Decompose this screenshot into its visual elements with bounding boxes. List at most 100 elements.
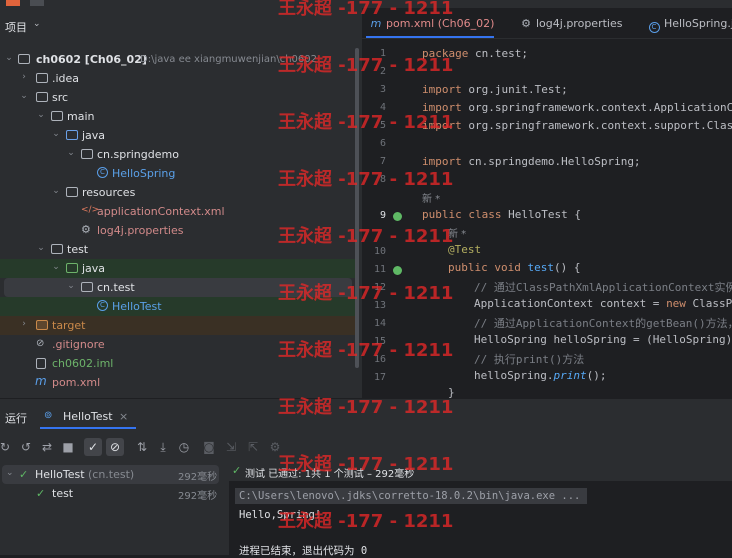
history-icon[interactable]: ◷: [175, 438, 193, 456]
tree-item-ch0602-iml[interactable]: ch0602.iml: [0, 354, 352, 373]
test-name: test: [52, 487, 74, 500]
chevron-down-icon[interactable]: ⌄: [66, 281, 76, 291]
run-gutter-icon[interactable]: [393, 212, 402, 221]
test-package: (cn.test): [88, 468, 135, 481]
project-path: D:\java ee xiangmuwenjian\ch0602: [140, 54, 317, 65]
chevron-down-icon[interactable]: ⌄: [36, 110, 46, 120]
chevron-down-icon[interactable]: ⌄: [6, 468, 14, 478]
inlay-hint[interactable]: 新 *: [422, 190, 440, 205]
tree-item-idea[interactable]: › .idea: [0, 69, 352, 88]
tree-item-target[interactable]: › target: [0, 316, 355, 335]
line-number: 11: [373, 264, 386, 275]
code-line: public class HelloTest {: [422, 208, 581, 221]
tree-item-label: cn.test: [97, 281, 135, 294]
tree-item-label: test: [67, 243, 89, 256]
folder-icon: [36, 91, 49, 103]
app-icon: [6, 0, 20, 6]
rerun-failed-icon[interactable]: ↺: [17, 438, 35, 456]
camera-icon[interactable]: ◙: [200, 438, 218, 456]
import-icon[interactable]: ⇲: [222, 438, 240, 456]
chevron-down-icon[interactable]: ⌄: [66, 148, 76, 158]
folder-icon: [18, 53, 31, 65]
editor-tabs: m pom.xml (Ch06_02) ⚙ log4j.properties C He…: [362, 8, 732, 39]
tree-item-log4j-properties[interactable]: ⚙ log4j.properties: [0, 221, 352, 240]
export-icon[interactable]: ⇱: [244, 438, 262, 456]
sort-by-duration-icon[interactable]: ⤓: [154, 438, 172, 456]
code-line: public void test() {: [448, 261, 581, 274]
tree-item-resources[interactable]: ⌄ resources: [0, 183, 352, 202]
class-icon: C: [97, 300, 110, 312]
tree-item-cn-springdemo[interactable]: ⌄ cn.springdemo: [0, 145, 352, 164]
tree-item-hellotest[interactable]: C HelloTest: [0, 297, 355, 316]
tree-item-hellospring[interactable]: C HelloSpring: [0, 164, 352, 183]
sort-alphabetically-icon[interactable]: ⇅: [133, 438, 151, 456]
chevron-right-icon[interactable]: ›: [19, 72, 29, 82]
code-line: @Test: [448, 243, 482, 256]
tree-item-ch0602[interactable]: ⌄ ch0602 [Ch06_02] D:\java ee xiangmuwen…: [0, 50, 352, 69]
tree-item-cn-test[interactable]: ⌄ cn.test: [4, 278, 352, 297]
line-number: 3: [379, 84, 386, 95]
rerun-icon[interactable]: ↻: [0, 438, 14, 456]
show-ignored-icon[interactable]: ⊘: [106, 438, 124, 456]
settings-icon[interactable]: ⚙: [266, 438, 284, 456]
line-number: 12: [373, 282, 386, 293]
tree-item-label: pom.xml: [52, 376, 101, 389]
show-passed-icon[interactable]: ✓: [84, 438, 102, 456]
tree-item-main[interactable]: ⌄ main: [0, 107, 352, 126]
run-tabs: 运行 ⊚ HelloTest ×: [0, 399, 732, 429]
tab-hellotest[interactable]: HelloTest: [63, 410, 113, 423]
test-status-bar: ✓ 测试 已通过: 1共 1 个测试 – 292毫秒: [229, 461, 732, 481]
tree-item-applicationcontext-xml[interactable]: </> applicationContext.xml: [0, 202, 352, 221]
toggle-auto-test-icon[interactable]: ⇄: [38, 438, 56, 456]
test-row-test[interactable]: ✓ test 292毫秒: [2, 484, 219, 503]
project-header[interactable]: 项目 ⌄: [0, 8, 362, 40]
line-number: 2: [379, 66, 386, 77]
tree-item-test-java[interactable]: ⌄ java: [0, 259, 355, 278]
console-output[interactable]: ✓ 测试 已通过: 1共 1 个测试 – 292毫秒 C:\Users\leno…: [229, 461, 732, 557]
menu-icon[interactable]: [30, 0, 44, 6]
tree-item-label: HelloSpring: [112, 167, 176, 180]
code-line: import org.junit.Test;: [422, 83, 568, 96]
tab-pom-xml[interactable]: m pom.xml (Ch06_02): [370, 17, 495, 30]
test-row-hellotest[interactable]: ⌄ ✓ HelloTest (cn.test) 292毫秒: [2, 465, 219, 484]
tab-hellospring-java[interactable]: C HelloSpring.ja: [648, 17, 732, 33]
chevron-right-icon[interactable]: ›: [19, 319, 29, 329]
line-number: 7: [379, 156, 386, 167]
project-scrollbar[interactable]: [355, 48, 359, 368]
project-tool-window: 项目 ⌄ ⌄ ch0602 [Ch06_02] D:\java ee xiang…: [0, 8, 362, 398]
tree-item-src[interactable]: ⌄ src: [0, 88, 352, 107]
chevron-down-icon[interactable]: ⌄: [19, 91, 29, 101]
line-number: 17: [373, 372, 386, 383]
chevron-down-icon[interactable]: ⌄: [51, 186, 61, 196]
console-line: Hello,Spring!: [239, 509, 322, 521]
tree-item-gitignore[interactable]: ⊘ .gitignore: [0, 335, 352, 354]
chevron-down-icon[interactable]: ⌄: [51, 129, 61, 139]
tree-item-pom-xml[interactable]: m pom.xml: [0, 373, 352, 392]
stop-icon[interactable]: ■: [59, 438, 77, 456]
tree-item-main-java[interactable]: ⌄ java: [0, 126, 352, 145]
test-duration: 292毫秒: [178, 491, 218, 502]
chevron-down-icon[interactable]: ⌄: [33, 19, 41, 29]
test-run-icon: ⊚: [44, 410, 53, 421]
chevron-down-icon[interactable]: ⌄: [51, 262, 61, 272]
tree-item-label: cn.springdemo: [97, 148, 179, 161]
title-bar: [0, 0, 732, 8]
folder-icon: [51, 110, 64, 122]
inlay-hint[interactable]: 新 *: [448, 225, 466, 240]
code-line: ApplicationContext context = new ClassPa…: [474, 297, 732, 310]
chevron-down-icon[interactable]: ⌄: [36, 243, 46, 253]
tree-item-test[interactable]: ⌄ test: [0, 240, 352, 259]
console-command-line[interactable]: C:\Users\lenovo\.jdks\corretto-18.0.2\bi…: [235, 488, 587, 504]
run-gutter-icon[interactable]: [393, 266, 402, 275]
gear-icon: ⚙: [521, 17, 531, 30]
active-tab-indicator: [366, 36, 494, 38]
line-number: 5: [379, 120, 386, 131]
close-icon[interactable]: ×: [119, 410, 128, 423]
tree-item-label: log4j.properties: [97, 224, 184, 237]
tab-log4j-properties[interactable]: ⚙ log4j.properties: [520, 17, 622, 30]
code-editor[interactable]: m pom.xml (Ch06_02) ⚙ log4j.properties C He…: [362, 8, 732, 399]
test-name: HelloTest: [35, 468, 85, 481]
tree-item-label: ch0602.iml: [52, 357, 114, 370]
chevron-down-icon[interactable]: ⌄: [4, 53, 14, 63]
tree-item-label: resources: [82, 186, 136, 199]
